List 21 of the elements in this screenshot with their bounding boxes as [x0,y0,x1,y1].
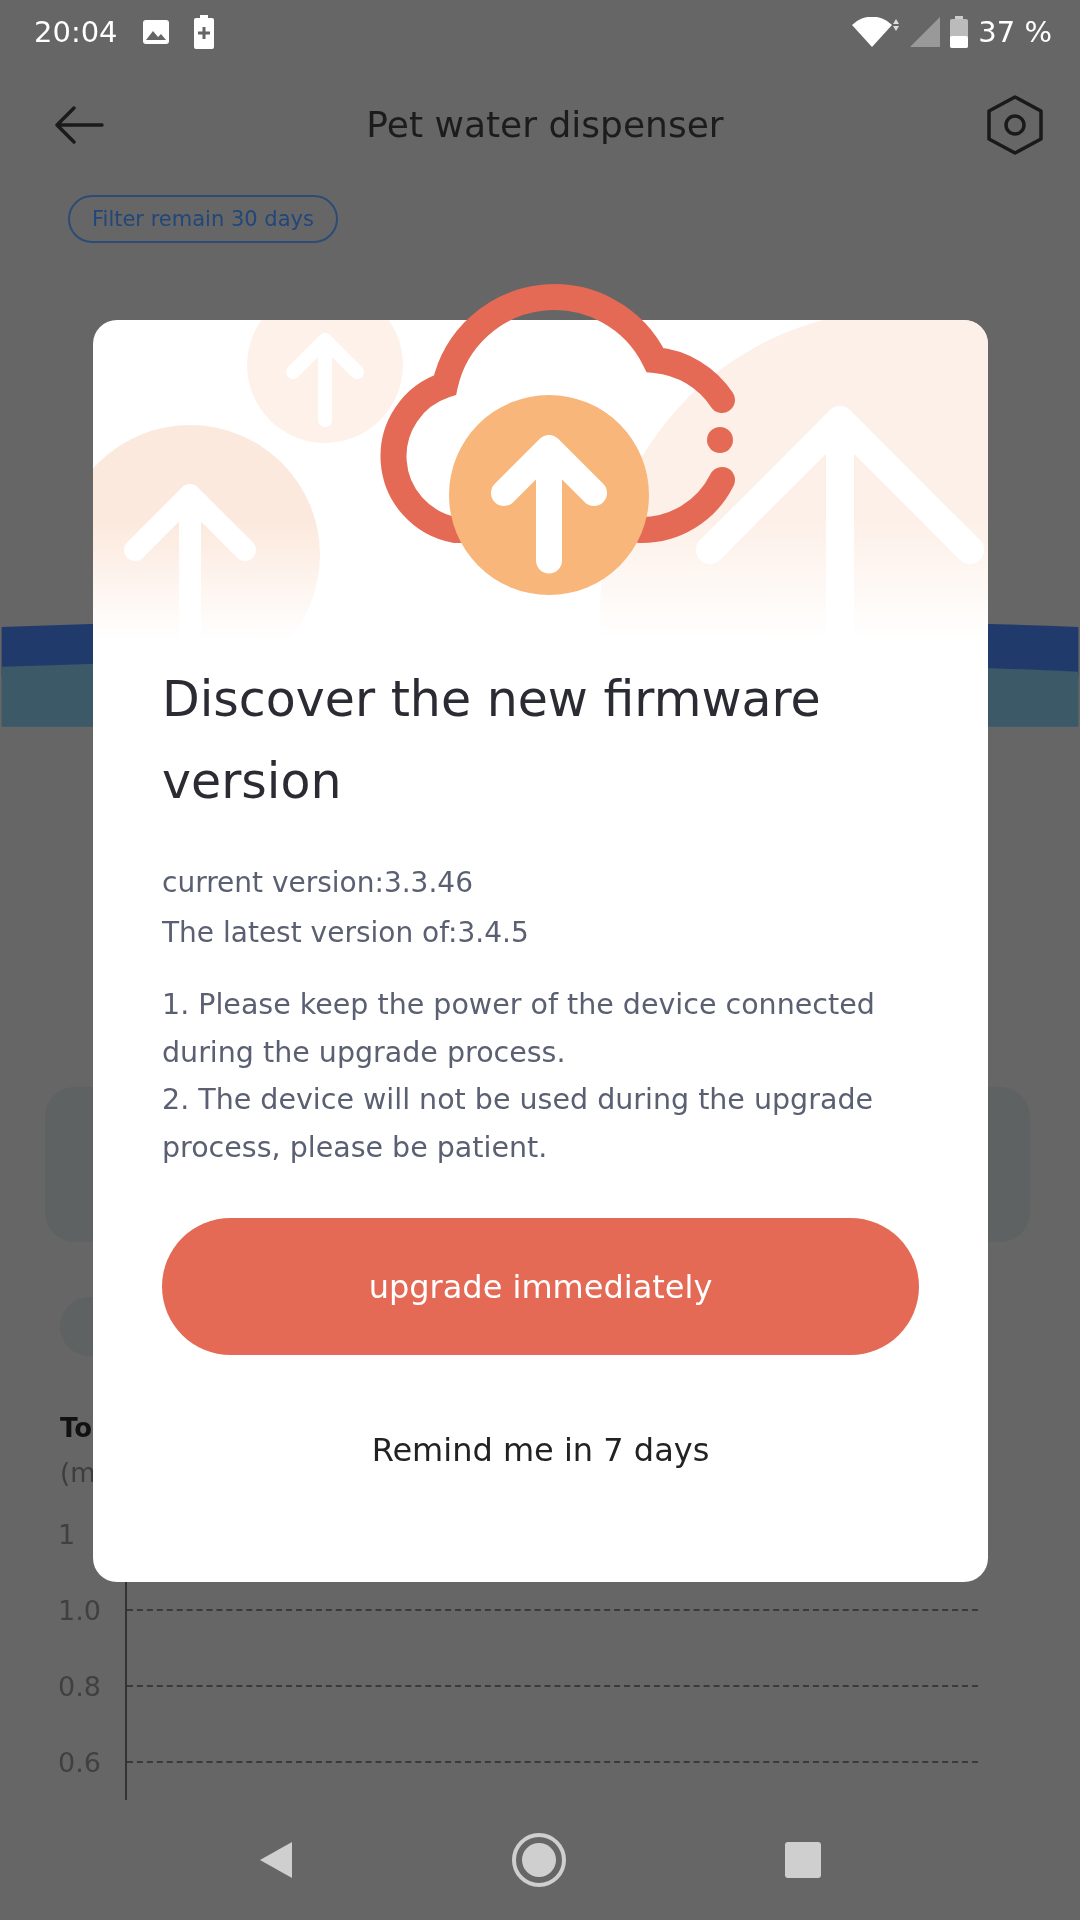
signal-icon [910,17,941,48]
dialog-title: Discover the new firmware version [162,670,822,812]
back-icon[interactable] [258,1840,295,1881]
back-arrow-icon[interactable] [54,104,104,145]
image-icon [141,18,170,47]
current-version: current version:3.3.46 [162,865,474,901]
settings-icon[interactable] [986,94,1044,155]
recents-icon[interactable] [783,1841,822,1880]
upgrade-note: 2. The device will not be used during the upgrade process, please be patient. [162,1082,874,1166]
remind-later-button[interactable]: Remind me in 7 days [361,1425,720,1475]
page-title: Pet water dispenser [365,104,725,146]
home-icon[interactable] [511,1832,567,1889]
chart-title: To [60,1412,93,1446]
battery-percentage: 37 % [978,15,1052,50]
battery-charging-icon [193,15,214,50]
upgrade-note: 1. Please keep the power of the device connected during the upgrade process. [162,987,876,1071]
filter-badge: Filter remain 30 days [68,195,338,244]
status-time: 20:04 [34,15,118,50]
latest-version: The latest version of:3.4.5 [162,915,530,951]
wifi-icon [852,17,901,48]
battery-icon [950,16,969,49]
